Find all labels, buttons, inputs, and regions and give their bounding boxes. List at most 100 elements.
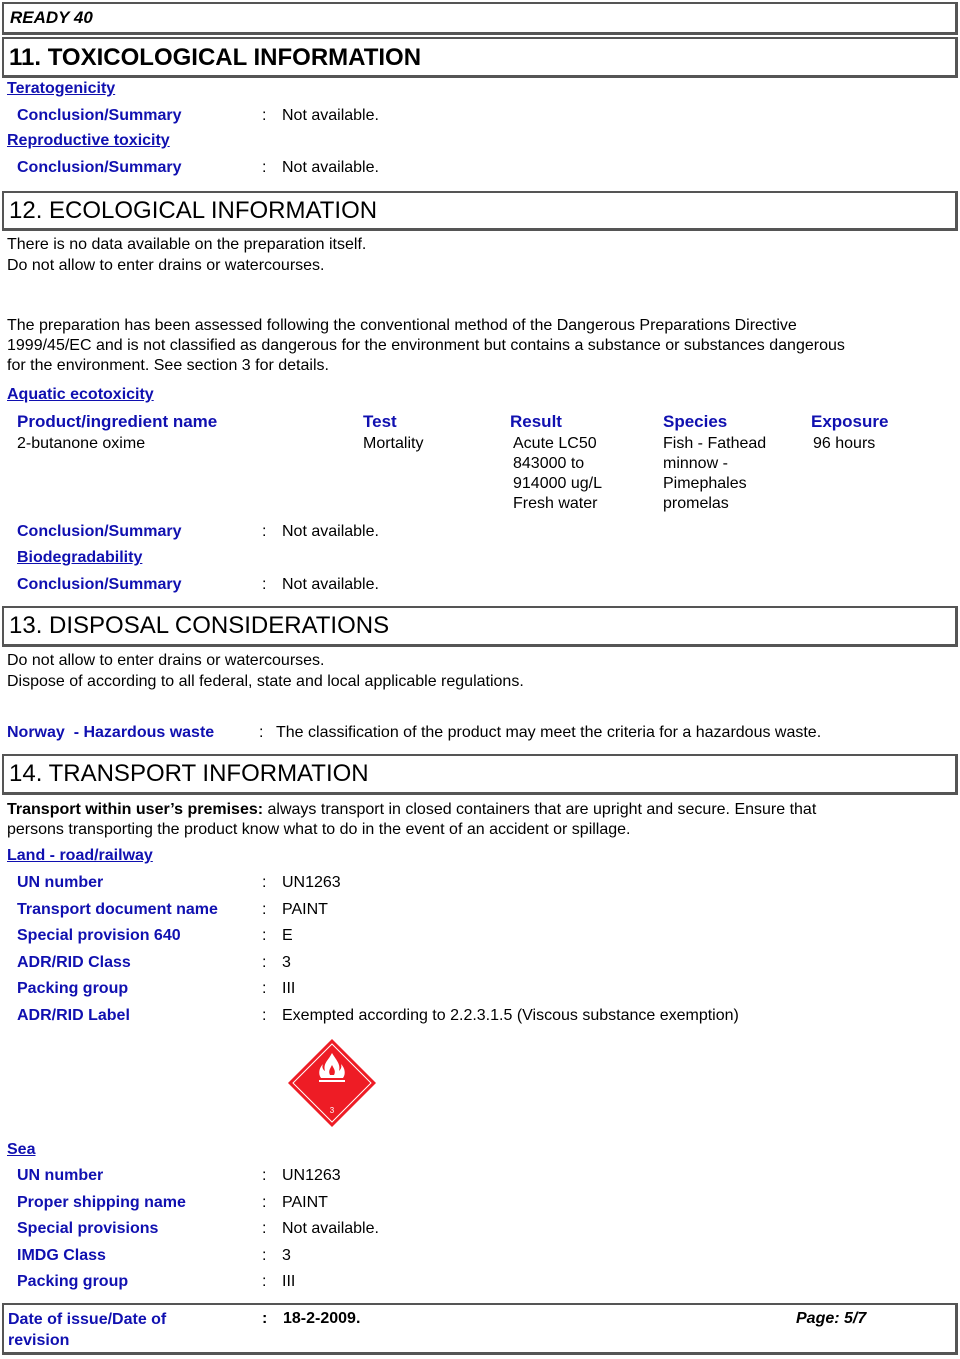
sea-link[interactable]: Sea	[7, 1141, 35, 1159]
colon: :	[262, 1194, 267, 1211]
result-line: 843000 to	[513, 455, 585, 472]
disposal-line: Dispose of according to all federal, sta…	[7, 673, 524, 690]
reproductive-conclusion-value: Not available.	[282, 159, 379, 176]
intro-line: Do not allow to enter drains or watercou…	[7, 257, 325, 274]
species-line: Pimephales	[663, 475, 747, 492]
colon: :	[262, 1167, 267, 1184]
premises-text-line-2: persons transporting the product know wh…	[7, 821, 631, 838]
assessment-line: 1999/45/EC and is not classified as dang…	[7, 337, 845, 354]
intro-line: There is no data available on the prepar…	[7, 236, 367, 253]
cell-exposure: 96 hours	[813, 435, 876, 452]
premises-bold: Transport within user’s premises:	[7, 801, 264, 818]
assessment-line: The preparation has been assessed follow…	[7, 317, 797, 334]
product-name: READY 40	[10, 8, 93, 27]
field-value: Not available.	[282, 1220, 379, 1237]
premises-text: always transport in closed containers th…	[263, 801, 817, 818]
field-label: Proper shipping name	[17, 1194, 186, 1211]
column-header: Test	[363, 412, 397, 431]
field-label: Special provisions	[17, 1220, 159, 1237]
column-header: Product/ingredient name	[17, 412, 218, 431]
colon: :	[262, 523, 267, 540]
species-line: Fish - Fathead	[663, 435, 767, 452]
field-label: IMDG Class	[17, 1247, 106, 1264]
issue-date-label: Date of issue/Date of revision	[8, 1309, 166, 1351]
cell-result: Acute LC50 843000 to 914000 ug/L Fresh w…	[513, 434, 602, 514]
colon: :	[262, 576, 267, 593]
field-value: UN1263	[282, 874, 341, 891]
field-label: Packing group	[17, 980, 129, 997]
field-value: UN1263	[282, 1167, 341, 1184]
colon: :	[262, 1247, 267, 1264]
issue-date-label-line: Date of issue/Date of	[8, 1311, 167, 1328]
species-line: promelas	[663, 495, 729, 512]
biodegradability-conclusion-label: Conclusion/Summary	[17, 576, 182, 593]
section-title: 14. TRANSPORT INFORMATION	[9, 760, 369, 787]
colon: :	[262, 1310, 268, 1327]
field-value: III	[282, 1273, 296, 1290]
section-11-header: 11. TOXICOLOGICAL INFORMATION	[2, 37, 958, 78]
column-header: Species	[663, 412, 728, 431]
field-value: 3	[282, 1247, 291, 1264]
biodegradability-conclusion-value: Not available.	[282, 576, 379, 593]
field-label: UN number	[17, 874, 104, 891]
section-13-header: 13. DISPOSAL CONSIDERATIONS	[2, 606, 958, 647]
field-value: E	[282, 927, 293, 944]
assessment-line: for the environment. See section 3 for d…	[7, 357, 329, 374]
colon: :	[262, 107, 267, 124]
issue-date-label-line: revision	[8, 1332, 70, 1349]
teratogenicity-conclusion-value: Not available.	[282, 107, 379, 124]
issue-date-value: 18-2-2009.	[283, 1310, 361, 1327]
flammable-liquid-class-3-icon: 3	[288, 1039, 376, 1127]
land-road-railway-link[interactable]: Land - road/railway	[7, 847, 153, 865]
result-line: 914000 ug/L	[513, 475, 602, 492]
section-title: 11. TOXICOLOGICAL INFORMATION	[9, 44, 422, 71]
cell-name: 2-butanone oxime	[17, 435, 146, 452]
field-label: ADR/RID Label	[17, 1007, 130, 1024]
result-line: Fresh water	[513, 495, 598, 512]
teratogenicity-link[interactable]: Teratogenicity	[7, 80, 115, 98]
section-12-header: 12. ECOLOGICAL INFORMATION	[2, 191, 958, 231]
reproductive-conclusion-label: Conclusion/Summary	[17, 159, 182, 176]
colon: :	[262, 1220, 267, 1237]
page-number: Page: 5/7	[796, 1310, 867, 1327]
section-14-header: 14. TRANSPORT INFORMATION	[2, 754, 958, 795]
premises-paragraph: Transport within user’s premises: always…	[7, 800, 816, 820]
document-header: READY 40	[2, 2, 958, 35]
aquatic-conclusion-label: Conclusion/Summary	[17, 523, 182, 540]
biodegradability-link[interactable]: Biodegradability	[17, 549, 142, 567]
column-header: Exposure	[811, 412, 889, 431]
cell-species: Fish - Fathead minnow - Pimephales prome…	[663, 434, 766, 514]
section-title: 13. DISPOSAL CONSIDERATIONS	[9, 612, 390, 639]
colon: :	[262, 954, 267, 971]
teratogenicity-conclusion-label: Conclusion/Summary	[17, 107, 182, 124]
reproductive-toxicity-link[interactable]: Reproductive toxicity	[7, 132, 170, 150]
field-label: Special provision 640	[17, 927, 181, 944]
field-value: Exempted according to 2.2.3.1.5 (Viscous…	[282, 1007, 739, 1024]
field-value: PAINT	[282, 901, 328, 918]
disposal-line: Do not allow to enter drains or watercou…	[7, 652, 325, 669]
colon: :	[262, 159, 267, 176]
norway-hazardous-waste-value: The classification of the product may me…	[276, 724, 822, 741]
field-label: ADR/RID Class	[17, 954, 131, 971]
species-line: minnow -	[663, 455, 728, 472]
document-footer: Date of issue/Date of revision : 18-2-20…	[2, 1303, 958, 1355]
colon: :	[262, 1007, 267, 1024]
field-value: PAINT	[282, 1194, 328, 1211]
field-label: UN number	[17, 1167, 104, 1184]
colon: :	[262, 901, 267, 918]
class-number: 3	[330, 1106, 335, 1115]
aquatic-conclusion-value: Not available.	[282, 523, 379, 540]
field-value: III	[282, 980, 296, 997]
colon: :	[262, 980, 267, 997]
colon: :	[262, 1273, 267, 1290]
cell-test: Mortality	[363, 435, 424, 452]
colon: :	[262, 874, 267, 891]
field-label: Transport document name	[17, 901, 218, 918]
field-label: Packing group	[17, 1273, 129, 1290]
aquatic-ecotoxicity-link[interactable]: Aquatic ecotoxicity	[7, 386, 154, 404]
colon: :	[259, 724, 264, 741]
colon: :	[262, 927, 267, 944]
norway-hazardous-waste-label: Norway - Hazardous waste	[7, 724, 215, 741]
field-value: 3	[282, 954, 291, 971]
column-header: Result	[510, 412, 562, 431]
